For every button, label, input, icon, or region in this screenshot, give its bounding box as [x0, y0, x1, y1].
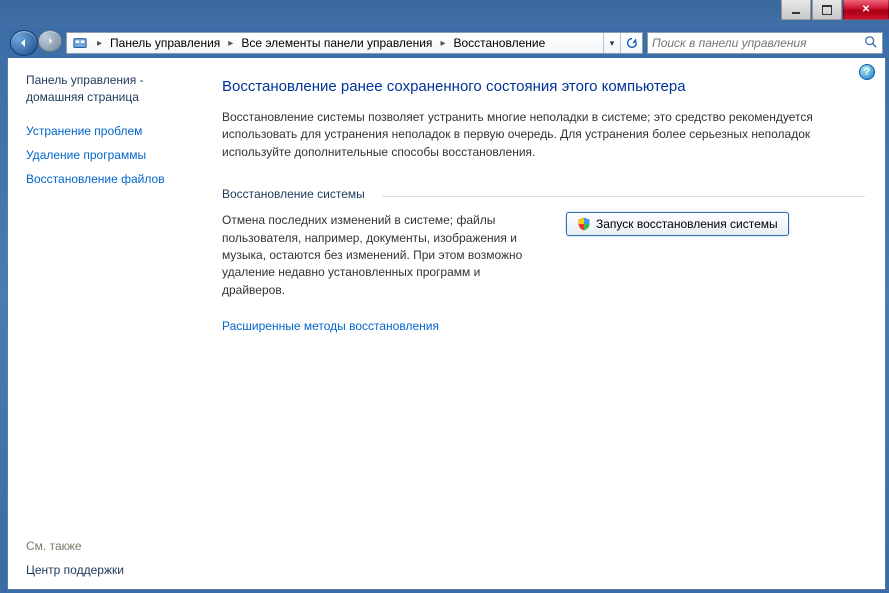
action-button-label: Запуск восстановления системы [596, 217, 778, 231]
search-icon[interactable] [864, 35, 878, 52]
refresh-icon [625, 36, 639, 50]
control-panel-icon [71, 35, 89, 51]
main-panel: ? Восстановление ранее сохраненного сост… [208, 58, 885, 589]
page-title: Восстановление ранее сохраненного состоя… [222, 78, 865, 95]
uac-shield-icon [577, 217, 591, 231]
system-restore-group: Восстановление системы Отмена последних … [222, 187, 865, 299]
start-system-restore-button[interactable]: Запуск восстановления системы [566, 212, 789, 236]
breadcrumb-chevron-icon[interactable]: ▸ [93, 36, 106, 51]
forward-arrow-icon [46, 37, 54, 45]
sidebar-link-troubleshoot[interactable]: Устранение проблем [26, 124, 198, 138]
sidebar: Панель управления - домашняя страница Ус… [8, 58, 208, 589]
see-also-action-center[interactable]: Центр поддержки [26, 563, 198, 577]
back-arrow-icon [19, 38, 29, 48]
breadcrumb-chevron-icon[interactable]: ▸ [224, 36, 237, 51]
refresh-button[interactable] [620, 33, 642, 53]
help-icon[interactable]: ? [859, 64, 875, 80]
nav-buttons [10, 30, 62, 56]
control-panel-home-link[interactable]: Панель управления - домашняя страница [26, 72, 198, 106]
navigation-row: ▸ Панель управления ▸ Все элементы панел… [10, 30, 883, 56]
address-bar[interactable]: ▸ Панель управления ▸ Все элементы панел… [66, 32, 643, 54]
breadcrumb-chevron-icon[interactable]: ▸ [436, 36, 449, 51]
minimize-button[interactable] [781, 0, 811, 20]
window-controls: ✕ [780, 0, 889, 22]
forward-button[interactable] [38, 30, 62, 52]
breadcrumb-segment[interactable]: Панель управления [106, 34, 224, 52]
breadcrumb-segment[interactable]: Все элементы панели управления [237, 34, 436, 52]
group-legend: Восстановление системы [222, 187, 865, 204]
breadcrumb-segment[interactable]: Восстановление [449, 34, 549, 52]
content-area: Панель управления - домашняя страница Ус… [7, 58, 886, 590]
close-button[interactable]: ✕ [843, 0, 889, 20]
intro-text: Восстановление системы позволяет устрани… [222, 109, 862, 161]
back-button[interactable] [10, 30, 38, 56]
address-dropdown-icon[interactable]: ▾ [604, 38, 620, 49]
group-description: Отмена последних изменений в системе; фа… [222, 212, 542, 299]
maximize-button[interactable] [812, 0, 842, 20]
see-also-label: См. также [26, 539, 198, 553]
address-bar-tail: ▾ [603, 33, 642, 53]
advanced-recovery-link[interactable]: Расширенные методы восстановления [222, 319, 865, 333]
search-box[interactable] [647, 32, 883, 54]
sidebar-link-restore-files[interactable]: Восстановление файлов [26, 172, 198, 186]
sidebar-link-uninstall[interactable]: Удаление программы [26, 148, 198, 162]
search-input[interactable] [652, 36, 864, 50]
